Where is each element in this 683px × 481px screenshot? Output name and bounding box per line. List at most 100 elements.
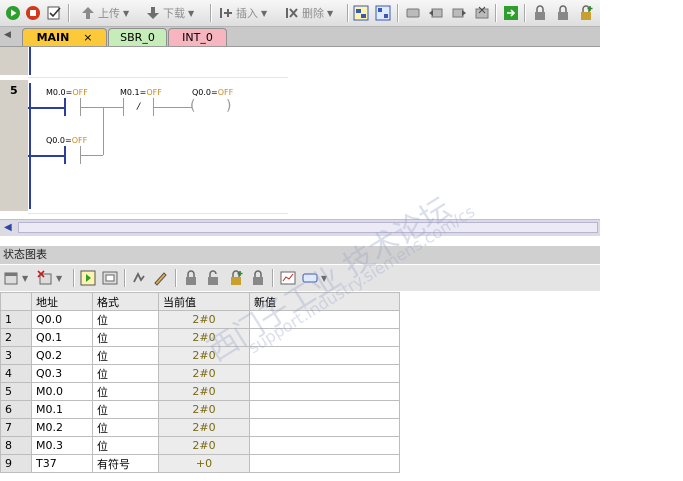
chevron-down-icon[interactable]: ▼ (56, 274, 62, 283)
table-row[interactable]: 1 Q0.0 位 2#0 (0, 310, 400, 329)
wire (154, 107, 192, 108)
horizontal-scrollbar[interactable]: ◀ (0, 219, 600, 236)
new-value-cell[interactable] (249, 364, 400, 383)
current-value-cell: 2#0 (158, 436, 250, 455)
table-row[interactable]: 7 M0.2 位 2#0 (0, 418, 400, 437)
chevron-down-icon[interactable]: ▼ (327, 9, 333, 18)
address-cell[interactable]: Q0.3 (31, 364, 93, 383)
read-force-icon[interactable] (250, 269, 266, 287)
network-divider (28, 77, 288, 78)
address-cell[interactable]: Q0.2 (31, 346, 93, 365)
cross-reference-icon[interactable] (375, 4, 391, 22)
format-cell[interactable]: 位 (92, 400, 159, 419)
format-cell[interactable]: 有符号 (92, 454, 159, 473)
compile-icon[interactable] (46, 4, 62, 22)
format-cell[interactable]: 位 (92, 328, 159, 347)
current-value-cell: 2#0 (158, 400, 250, 419)
bookmark-icon[interactable] (405, 4, 421, 22)
new-value-cell[interactable] (249, 454, 400, 473)
new-value-cell[interactable] (249, 346, 400, 365)
tab-main[interactable]: MAIN × (22, 28, 107, 46)
download-button[interactable]: 下载 ▼ (145, 4, 194, 22)
lock-icon[interactable] (183, 269, 199, 287)
single-read-icon[interactable] (102, 269, 118, 287)
new-value-cell[interactable] (249, 418, 400, 437)
chart-status-icon[interactable] (80, 269, 96, 287)
pencil-icon[interactable] (152, 269, 168, 287)
contact-m0-1-label: M0.1=OFF (120, 88, 162, 97)
format-cell[interactable]: 位 (92, 382, 159, 401)
chevron-down-icon[interactable]: ▼ (188, 9, 194, 18)
close-icon[interactable]: × (83, 31, 92, 44)
tab-int-0[interactable]: INT_0 (168, 28, 227, 46)
ladder-editor[interactable]: 5 / ( ) M0.0=OFF M0.1=OFF Q0.0=OFF Q0.0=… (0, 47, 600, 219)
row-number: 6 (0, 400, 32, 419)
address-cell[interactable]: M0.0 (31, 382, 93, 401)
equals-sign: = (65, 136, 72, 145)
run-icon[interactable] (5, 4, 21, 22)
force-icon[interactable] (228, 269, 244, 287)
coil-q0-0-label: Q0.0=OFF (192, 88, 233, 97)
contact-m0-0-address: M0.0 (46, 88, 66, 97)
insert-row-icon[interactable]: ▼ (3, 269, 28, 287)
contact-left-bar (123, 98, 124, 116)
format-cell[interactable]: 位 (92, 346, 159, 365)
network-gutter (0, 47, 28, 75)
previous-bookmark-icon[interactable] (428, 4, 444, 22)
tab-sbr-0[interactable]: SBR_0 (108, 28, 167, 46)
address-cell[interactable]: T37 (31, 454, 93, 473)
table-row[interactable]: 4 Q0.3 位 2#0 (0, 364, 400, 383)
address-cell[interactable]: Q0.1 (31, 328, 93, 347)
table-row[interactable]: 8 M0.3 位 2#0 (0, 436, 400, 455)
lock-icon[interactable] (532, 4, 548, 22)
lock-edit-icon[interactable] (555, 4, 571, 22)
editor-tabs: ◀ MAIN × SBR_0 INT_0 (0, 27, 600, 47)
network-view-icon[interactable] (353, 4, 369, 22)
status-chart-title: 状态图表 (0, 246, 600, 264)
address-cell[interactable]: M0.2 (31, 418, 93, 437)
format-cell[interactable]: 位 (92, 418, 159, 437)
chevron-down-icon[interactable]: ▼ (22, 274, 28, 283)
coil-q0-0-state: OFF (217, 88, 234, 97)
address-cell[interactable]: Q0.0 (31, 310, 93, 329)
format-cell[interactable]: 位 (92, 310, 159, 329)
table-row[interactable]: 9 T37 有符号 +0 (0, 454, 400, 473)
address-cell[interactable]: M0.1 (31, 400, 93, 419)
clear-bookmarks-icon[interactable] (474, 4, 490, 22)
table-row[interactable]: 5 M0.0 位 2#0 (0, 382, 400, 401)
scroll-left-icon[interactable]: ◀ (4, 222, 12, 233)
equals-sign: = (211, 88, 218, 97)
write-all-icon[interactable] (132, 269, 148, 287)
upload-button[interactable]: 上传 ▼ (80, 4, 129, 22)
address-cell[interactable]: M0.3 (31, 436, 93, 455)
network-gutter (0, 80, 28, 211)
tab-scroll-left-icon[interactable]: ◀ (4, 30, 11, 40)
current-value-cell: 2#0 (158, 382, 250, 401)
contact-branch-address: Q0.0 (46, 136, 66, 145)
new-value-cell[interactable] (249, 400, 400, 419)
row-number: 1 (0, 310, 32, 329)
chevron-down-icon[interactable]: ▼ (261, 9, 267, 18)
stop-icon[interactable] (25, 4, 41, 22)
new-value-cell[interactable] (249, 382, 400, 401)
delete-button[interactable]: 删除 ▼ (284, 4, 333, 22)
unlock-icon[interactable] (205, 269, 221, 287)
contact-m0-0-state: OFF (72, 88, 88, 97)
contact-branch-label: Q0.0=OFF (46, 136, 87, 145)
chevron-down-icon[interactable]: ▼ (123, 9, 129, 18)
go-icon[interactable] (503, 4, 519, 22)
format-cell[interactable]: 位 (92, 364, 159, 383)
lock-add-icon[interactable] (578, 4, 594, 22)
powered-wire (28, 155, 64, 157)
insert-label: 插入 (236, 7, 258, 20)
delete-row-icon[interactable]: ▼ (37, 269, 62, 287)
format-cell[interactable]: 位 (92, 436, 159, 455)
next-bookmark-icon[interactable] (451, 4, 467, 22)
contact-m0-1-state: OFF (146, 88, 162, 97)
table-row[interactable]: 6 M0.1 位 2#0 (0, 400, 400, 419)
new-value-cell[interactable] (249, 436, 400, 455)
scroll-thumb[interactable] (18, 222, 598, 233)
coil-right: ) (226, 98, 232, 114)
table-row[interactable]: 3 Q0.2 位 2#0 (0, 346, 400, 365)
insert-button[interactable]: 插入 ▼ (218, 4, 267, 22)
